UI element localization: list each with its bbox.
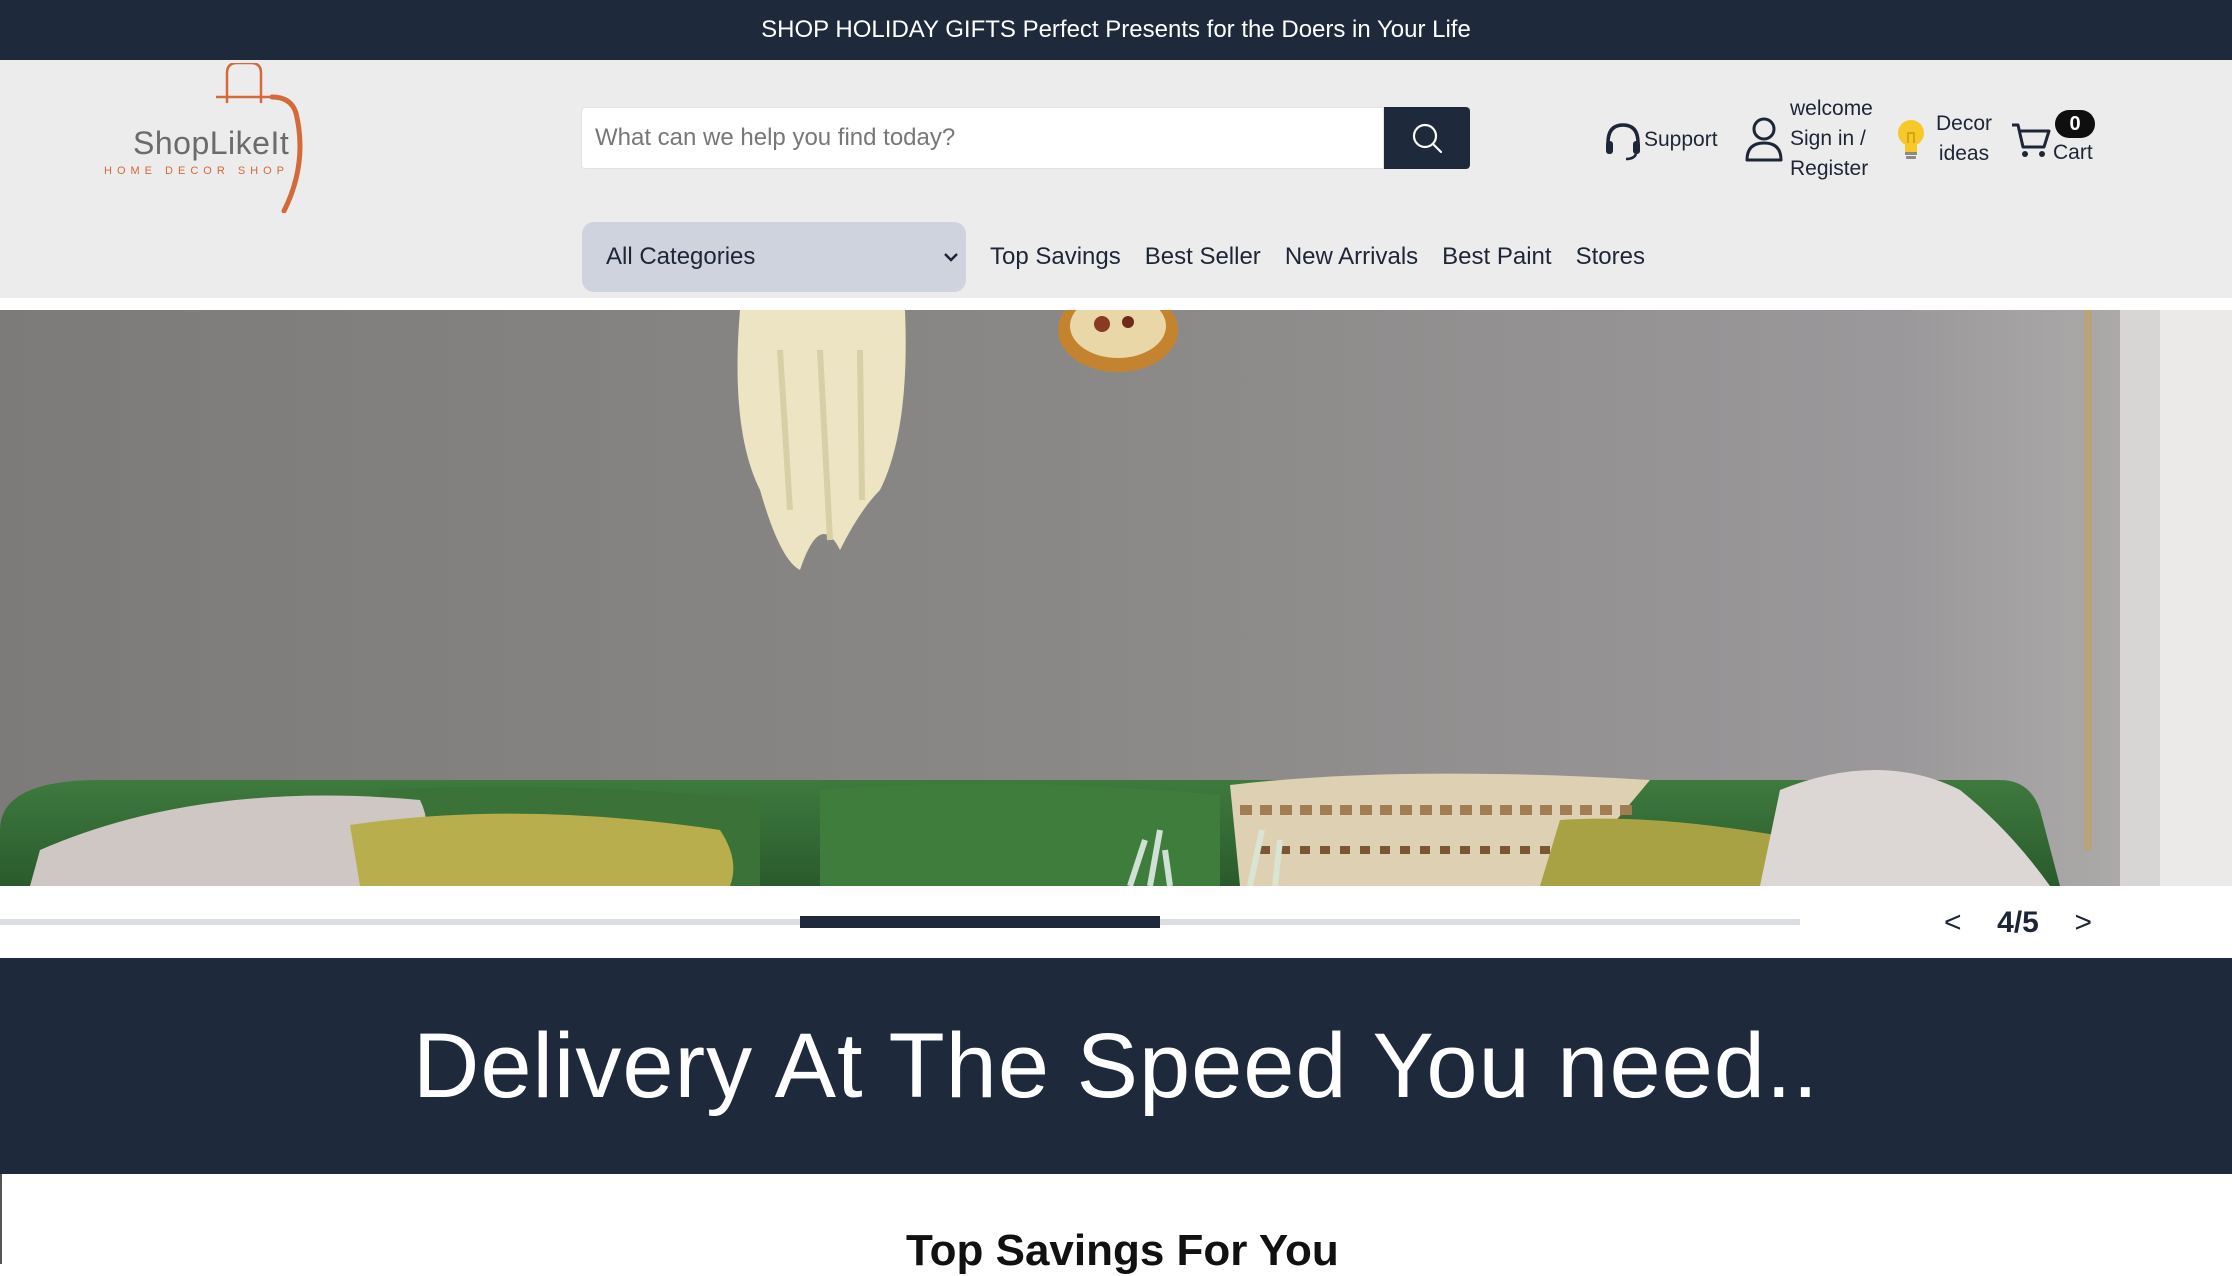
slider-prev-button[interactable]: <	[1938, 906, 1968, 940]
delivery-banner: Delivery At The Speed You need..	[0, 958, 2232, 1174]
nav-best-paint[interactable]: Best Paint	[1442, 243, 1551, 271]
logo[interactable]: ShopLikeIt HOME DECOR SHOP	[96, 63, 326, 213]
account-welcome: welcome	[1790, 97, 1873, 120]
search-icon	[1412, 123, 1443, 154]
cart-icon	[2012, 123, 2051, 157]
living-room-image	[0, 310, 2232, 886]
account-register[interactable]: Register	[1790, 154, 1873, 184]
support-link[interactable]: Support	[1602, 116, 1718, 164]
cart-label: Cart	[2053, 141, 2093, 164]
nav-best-seller[interactable]: Best Seller	[1145, 243, 1261, 271]
delivery-headline: Delivery At The Speed You need..	[412, 1014, 1820, 1117]
slider-controls: < 4/5 >	[1938, 898, 2098, 948]
slider-counter: 4/5	[1997, 906, 2039, 939]
logo-name: ShopLikeIt	[133, 125, 290, 161]
chevron-down-icon	[944, 253, 958, 262]
category-select-value: All Categories	[606, 243, 756, 270]
slider-next-button[interactable]: >	[2068, 906, 2098, 940]
promo-banner[interactable]: SHOP HOLIDAY GIFTS Perfect Presents for …	[0, 0, 2232, 60]
category-select[interactable]: All Categories	[582, 222, 966, 292]
cart-link[interactable]: 0 Cart	[2010, 107, 2110, 171]
account-signin[interactable]: Sign in /	[1790, 124, 1873, 154]
decor-line2: ideas	[1938, 142, 1990, 165]
decor-ideas-link[interactable]: Decor ideas	[1894, 107, 1992, 171]
account-link[interactable]: welcome Sign in / Register	[1744, 96, 1873, 182]
site-header: ShopLikeIt HOME DECOR SHOP Support welco…	[0, 60, 2232, 298]
section-heading: Top Savings For You	[906, 1226, 1339, 1275]
logo-tagline: HOME DECOR SHOP	[104, 165, 290, 177]
nav-top-savings[interactable]: Top Savings	[990, 243, 1121, 271]
hero-banner-image[interactable]	[0, 310, 2232, 886]
main-nav: Top Savings Best Seller New Arrivals Bes…	[990, 220, 1645, 294]
search-button[interactable]	[1384, 107, 1470, 169]
nav-new-arrivals[interactable]: New Arrivals	[1285, 243, 1418, 271]
user-icon	[1745, 117, 1783, 162]
lightbulb-icon	[1898, 120, 1924, 159]
promo-text: SHOP HOLIDAY GIFTS Perfect Presents for …	[761, 16, 1471, 43]
nav-stores[interactable]: Stores	[1576, 243, 1645, 271]
support-label: Support	[1644, 128, 1718, 151]
slider-progress-indicator	[800, 916, 1160, 928]
search-input[interactable]	[581, 107, 1384, 169]
headset-icon	[1606, 123, 1640, 161]
cart-count-badge: 0	[2055, 110, 2095, 138]
decor-line1: Decor	[1936, 112, 1993, 135]
